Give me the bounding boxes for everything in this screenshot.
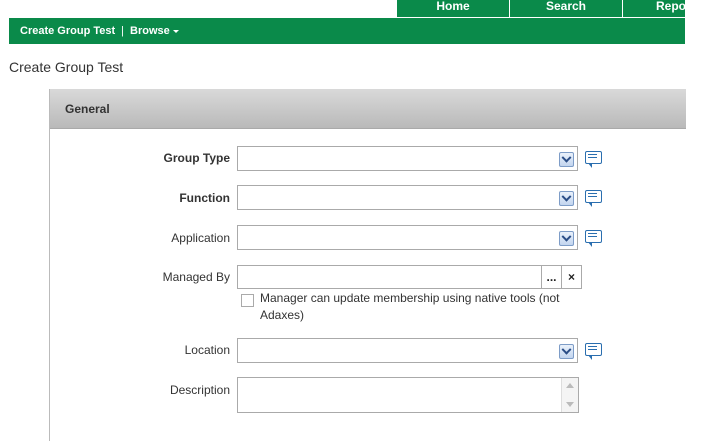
managed-by-field[interactable]: ... × <box>237 265 582 289</box>
manager-update-checkbox-label: Manager can update membership using nati… <box>260 291 560 322</box>
comment-icon[interactable] <box>585 151 602 168</box>
group-type-label: Group Type <box>163 151 230 165</box>
breadcrumb-separator: | <box>121 25 125 37</box>
breadcrumb-bar: Create Group Test | Browse <box>9 18 685 44</box>
chevron-down-icon[interactable] <box>559 152 574 167</box>
tab-search[interactable]: Search <box>509 0 622 17</box>
chevron-down-icon[interactable] <box>559 231 574 246</box>
location-select[interactable] <box>237 338 578 363</box>
manager-update-checkbox[interactable] <box>241 294 254 307</box>
function-select[interactable] <box>237 185 578 210</box>
tab-home[interactable]: Home <box>396 0 509 17</box>
browse-label[interactable]: Browse <box>130 25 170 37</box>
application-label: Application <box>171 231 230 245</box>
chevron-down-icon[interactable] <box>172 29 179 33</box>
top-nav: Home Search Repo <box>0 0 705 17</box>
group-type-select[interactable] <box>237 146 578 171</box>
scrollbar[interactable] <box>561 378 578 412</box>
browse-button[interactable]: ... <box>541 266 561 288</box>
chevron-down-icon[interactable] <box>559 344 574 359</box>
function-label: Function <box>179 191 230 205</box>
description-textarea[interactable] <box>237 377 579 413</box>
scroll-down-icon[interactable] <box>566 402 574 407</box>
panel-title: General <box>65 102 110 116</box>
clear-icon[interactable]: × <box>561 266 581 288</box>
page-title: Create Group Test <box>9 59 124 75</box>
description-label: Description <box>169 383 230 397</box>
chevron-down-icon[interactable] <box>559 191 574 206</box>
comment-icon[interactable] <box>585 343 602 360</box>
comment-icon[interactable] <box>585 190 602 207</box>
breadcrumb-create-group-test[interactable]: Create Group Test <box>20 25 115 37</box>
scroll-up-icon[interactable] <box>566 383 574 388</box>
managed-by-label: Managed By <box>162 270 230 284</box>
panel-header[interactable]: General <box>50 89 686 129</box>
application-select[interactable] <box>237 225 578 250</box>
browse-menu[interactable]: Browse <box>130 25 179 37</box>
tab-reports[interactable]: Repo <box>622 0 685 17</box>
location-label: Location <box>184 343 230 357</box>
comment-icon[interactable] <box>585 230 602 247</box>
